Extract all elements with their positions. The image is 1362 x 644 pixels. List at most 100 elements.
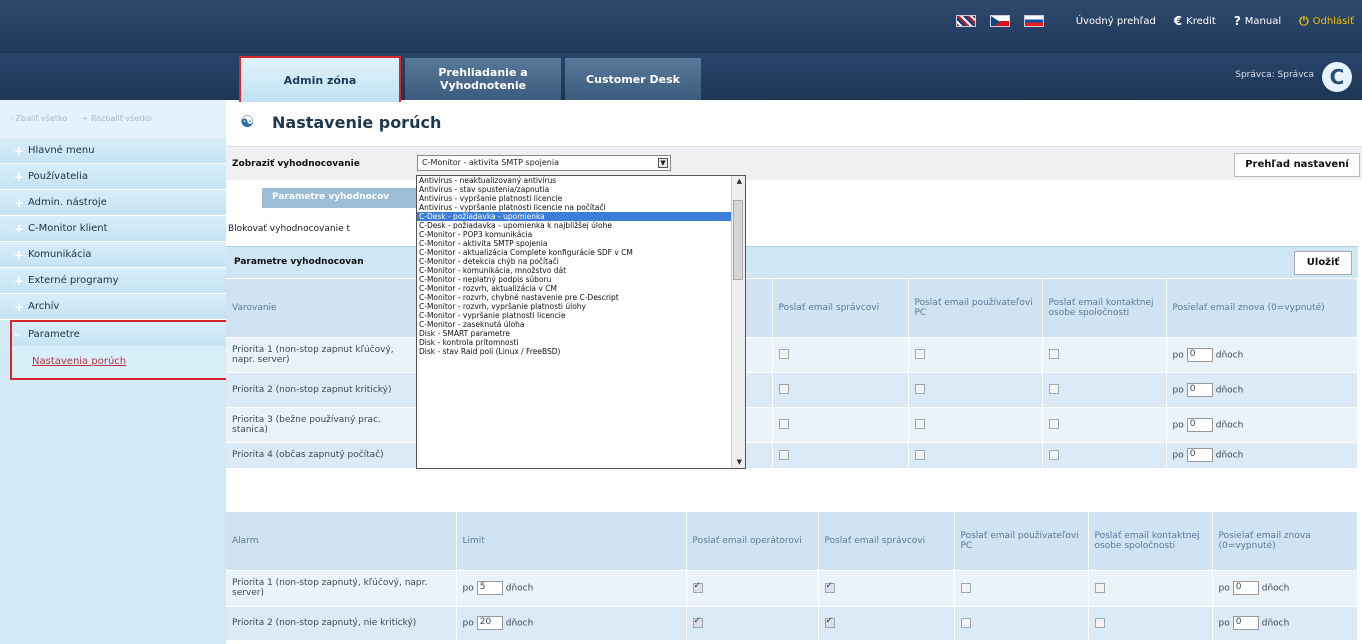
dropdown-option[interactable]: Antivírus - stav spustenia/zapnutia [417, 185, 745, 194]
limit-input[interactable]: 5 [476, 581, 503, 595]
sidebar-item-communication[interactable]: + Komunikácia [0, 242, 226, 268]
scroll-up-icon[interactable]: ▲ [737, 177, 742, 186]
checkbox-checked[interactable] [692, 581, 703, 593]
dropdown-option[interactable]: Antivírus - vypršanie platnosti licencie… [417, 203, 745, 212]
dropdown-option[interactable]: C-Monitor - vypršanie platnosti licencie [417, 311, 745, 320]
tab-customer-desk[interactable]: Customer Desk [565, 58, 701, 100]
manual-link[interactable]: ? Manual [1234, 14, 1281, 28]
dropdown-option[interactable]: C-Monitor - detekcia chýb na počítači [417, 257, 745, 266]
checkbox[interactable] [914, 384, 925, 395]
sidebar-item-users[interactable]: + Používatelia [0, 164, 226, 190]
tab-admin-zone[interactable]: Admin zóna [239, 56, 401, 102]
plus-icon: + [14, 221, 25, 236]
credit-label: Kredit [1186, 15, 1216, 27]
row-label: Priorita 2 (non-stop zapnutý, nie kritic… [226, 606, 457, 641]
uk-flag-icon[interactable] [955, 15, 976, 27]
dropdown-option[interactable]: C-Monitor - rozvrh, aktualizácia v CM [417, 284, 745, 293]
evaluation-dropdown-list[interactable]: Antivírus - neaktualizovaný antivírus Ant… [416, 175, 746, 469]
resend-input[interactable]: 0 [1232, 616, 1259, 630]
sidebar-item-label: Hlavné menu [28, 145, 95, 156]
dropdown-option[interactable]: Disk - SMART parametre [417, 329, 745, 338]
warning-table: Varovanie emailrovi Poslať email správco… [226, 279, 1358, 469]
dropdown-option[interactable]: C-Monitor - komunikácia, množstvo dát [417, 266, 745, 275]
checkbox-checked[interactable] [692, 616, 703, 628]
plus-icon: + [14, 247, 25, 262]
sidebar-item-label: C-Monitor klient [28, 223, 108, 234]
section-header: Parametre vyhodnocovan Uložiť [226, 246, 1358, 278]
settings-overview-button[interactable]: Prehľad nastavení [1234, 153, 1360, 177]
limit-input[interactable]: 20 [476, 616, 503, 630]
checkbox[interactable] [778, 384, 789, 395]
sidebar-item-parameters[interactable]: – Parametre [10, 320, 237, 346]
dropdown-option[interactable]: C-Monitor - aktualizácia Complete konfig… [417, 248, 745, 257]
days-label: dňoch [1215, 385, 1244, 395]
resend-input[interactable]: 0 [1186, 448, 1213, 462]
checkbox[interactable] [1048, 419, 1059, 430]
power-icon: ⏻ [1299, 13, 1309, 28]
tab-evaluation-params[interactable]: Parametre vyhodnocov [262, 188, 422, 208]
dropdown-option[interactable]: Antivírus - neaktualizovaný antivírus [417, 176, 745, 185]
checkbox[interactable] [1048, 349, 1059, 360]
fault-settings-link[interactable]: Nastavenia porúch [32, 356, 126, 367]
scroll-down-icon[interactable]: ▼ [737, 458, 742, 467]
checkbox[interactable] [1048, 384, 1059, 395]
dropdown-option[interactable]: C-Monitor - rozvrh, chybné nastavenie pr… [417, 293, 745, 302]
checkbox[interactable] [778, 349, 789, 360]
sidebar-item-external-programs[interactable]: + Externé programy [0, 268, 226, 294]
credit-link[interactable]: € Kredit [1174, 14, 1216, 28]
dropdown-option[interactable]: C-Monitor - zaseknutá úloha [417, 320, 745, 329]
tab-browse-evaluation[interactable]: Prehliadanie a Vyhodnotenie [405, 58, 561, 100]
sk-flag-icon[interactable] [1023, 15, 1044, 27]
expand-all-link[interactable]: + Rozbaliť všetko [82, 114, 152, 123]
checkbox[interactable] [914, 349, 925, 360]
table-row: Priorita 4 (občas zapnutý počítač) po35d… [226, 442, 1358, 469]
sidebar-item-cmonitor-client[interactable]: + C-Monitor klient [0, 216, 226, 242]
checkbox[interactable] [1094, 617, 1105, 628]
section-title: Parametre vyhodnocovan [234, 257, 364, 267]
po-label: po [1172, 450, 1184, 461]
sidebar-item-archive[interactable]: + Archív [0, 294, 226, 320]
plus-icon: + [14, 299, 25, 314]
checkbox[interactable] [914, 449, 925, 460]
checkbox-checked[interactable] [824, 581, 835, 593]
sidebar-item-admin-tools[interactable]: + Admin. nástroje [0, 190, 226, 216]
save-button[interactable]: Uložiť [1294, 251, 1352, 275]
dropdown-option[interactable]: C-Desk - požiadavka - upomienka k najbli… [417, 221, 745, 230]
overview-link[interactable]: Úvodný prehľad [1076, 16, 1156, 27]
collapse-all-link[interactable]: - Zbaliť všetko [10, 114, 67, 123]
scrollbar-thumb[interactable] [733, 200, 743, 280]
dropdown-option[interactable]: C-Desk - požiadavka - upomienka [417, 212, 745, 221]
header-admin: Poslať email správcovi [818, 512, 955, 571]
header-resend: Posielať email znova (0=vypnuté) [1212, 512, 1358, 571]
dropdown-option[interactable]: Disk - kontrola prítomnosti [417, 338, 745, 347]
checkbox[interactable] [778, 419, 789, 430]
sidebar-item-main-menu[interactable]: + Hlavné menu [0, 138, 226, 164]
dropdown-option[interactable]: Disk - stav Raid polí (Linux / FreeBSD) [417, 347, 745, 356]
checkbox[interactable] [1048, 449, 1059, 460]
question-icon: ? [1233, 14, 1241, 28]
checkbox[interactable] [1094, 582, 1105, 593]
dropdown-option[interactable]: Antivírus - vypršanie platnosti licencie [417, 194, 745, 203]
plus-icon: + [14, 143, 25, 158]
table-header-row: Alarm Limit Poslať email operátorovi Pos… [226, 512, 1358, 571]
cz-flag-icon[interactable] [989, 15, 1010, 27]
checkbox-checked[interactable] [824, 616, 835, 628]
overview-label: Úvodný prehľad [1075, 15, 1156, 27]
table-row: Priorita 2 (non-stop zapnutý, nie kritic… [226, 606, 1358, 641]
logout-link[interactable]: ⏻ Odhlásiť [1299, 14, 1354, 29]
dropdown-option[interactable]: C-Monitor - neplatný podpis súboru [417, 275, 745, 284]
dropdown-option[interactable]: C-Monitor - POP3 komunikácia [417, 230, 745, 239]
checkbox[interactable] [960, 617, 971, 628]
checkbox[interactable] [778, 449, 789, 460]
resend-input[interactable]: 0 [1232, 581, 1259, 595]
checkbox[interactable] [960, 582, 971, 593]
evaluation-select[interactable]: C-Monitor - aktivita SMTP spojenia ▼ [417, 155, 671, 171]
resend-input[interactable]: 0 [1186, 417, 1213, 432]
block-evaluation-label: Blokovať vyhodnocovanie t [228, 224, 351, 234]
table-header-row: Varovanie emailrovi Poslať email správco… [226, 279, 1358, 338]
dropdown-option[interactable]: C-Monitor - rozvrh, vypršanie platnosti … [417, 302, 745, 311]
checkbox[interactable] [914, 419, 925, 430]
dropdown-option[interactable]: C-Monitor - aktivita SMTP spojenia [417, 239, 745, 248]
resend-input[interactable]: 0 [1186, 382, 1213, 397]
resend-input[interactable]: 0 [1186, 347, 1213, 362]
